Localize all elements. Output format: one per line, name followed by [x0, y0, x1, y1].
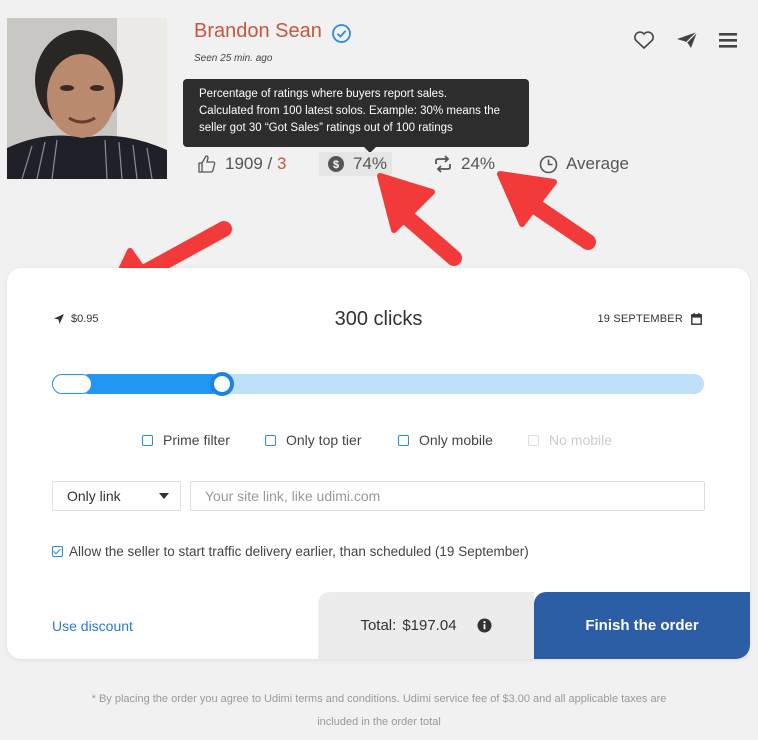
last-seen-text: Seen 25 min. ago	[194, 53, 273, 64]
annotation-arrow-icon	[497, 171, 596, 250]
likes-count: 1909	[225, 154, 263, 173]
svg-text:$: $	[333, 159, 339, 171]
filter-label: Only mobile	[419, 432, 493, 448]
order-card: $0.95 300 clicks 19 SEPTEMBER Prime filt…	[7, 268, 750, 659]
footnote-line: * By placing the order you agree to Udim…	[91, 693, 667, 705]
sales-tooltip: Percentage of ratings where buyers repor…	[183, 79, 529, 153]
checkbox-box[interactable]	[52, 546, 63, 557]
total-label: Total:	[360, 617, 397, 634]
tooltip-line: Calculated from 100 latest solos. Exampl…	[199, 105, 501, 117]
clicks-slider-fill	[87, 374, 222, 394]
caret-down-icon[interactable]	[148, 482, 180, 510]
delivery-date[interactable]: 19 SEPTEMBER	[597, 313, 702, 325]
checkbox-box	[528, 434, 539, 446]
annotation-arrow-icon	[377, 173, 462, 266]
dislikes-count: 3	[277, 154, 287, 173]
thumbs-up-icon	[198, 155, 216, 173]
allow-early-delivery-checkbox[interactable]: Allow the seller to start traffic delive…	[52, 544, 529, 559]
only-mobile-checkbox[interactable]: Only mobile	[398, 432, 493, 448]
tooltip-line: Percentage of ratings where buyers repor…	[199, 88, 448, 100]
seller-avatar[interactable]	[7, 18, 167, 179]
finish-order-button[interactable]: Finish the order	[534, 592, 750, 659]
link-type-select[interactable]: Only link	[52, 481, 181, 511]
calendar-icon[interactable]	[691, 313, 702, 325]
filter-label: Prime filter	[163, 432, 230, 448]
filter-label: Only top tier	[286, 432, 362, 448]
top-tier-checkbox[interactable]: Only top tier	[265, 432, 361, 448]
verified-icon	[331, 23, 352, 49]
heart-icon[interactable]	[633, 30, 655, 55]
likes-separator: /	[262, 154, 277, 173]
seller-name[interactable]: Brandon Sean	[194, 20, 322, 43]
use-discount-link[interactable]: Use discount	[52, 618, 133, 634]
tooltip-line: seller got 30 “Got Sales” ratings out of…	[199, 122, 453, 134]
dollar-coin-icon: $	[328, 156, 344, 172]
no-mobile-checkbox: No mobile	[528, 432, 612, 448]
site-link-input[interactable]	[190, 481, 705, 511]
ratings-stat[interactable]: 1909 / 3	[197, 154, 286, 174]
checkbox-box[interactable]	[265, 434, 276, 446]
avatar-photo	[7, 18, 167, 179]
clicks-slider-thumb[interactable]	[210, 372, 234, 396]
footnote-line: included in the order total	[317, 716, 441, 728]
link-type-value: Only link	[67, 488, 121, 504]
prime-filter-checkbox[interactable]: Prime filter	[142, 432, 230, 448]
filter-label: No mobile	[549, 432, 613, 448]
info-icon[interactable]	[477, 618, 492, 633]
date-value: 19 SEPTEMBER	[597, 313, 683, 325]
order-total: Total: $197.04	[318, 592, 534, 659]
checkbox-box[interactable]	[142, 434, 153, 446]
send-message-icon[interactable]	[676, 30, 698, 55]
checkbox-box[interactable]	[398, 434, 409, 446]
terms-footnote: * By placing the order you agree to Udim…	[0, 688, 758, 734]
clicks-slider-min	[52, 374, 92, 394]
total-value: $197.04	[402, 617, 457, 634]
menu-icon[interactable]	[719, 30, 738, 55]
allow-early-label: Allow the seller to start traffic delive…	[69, 544, 529, 559]
